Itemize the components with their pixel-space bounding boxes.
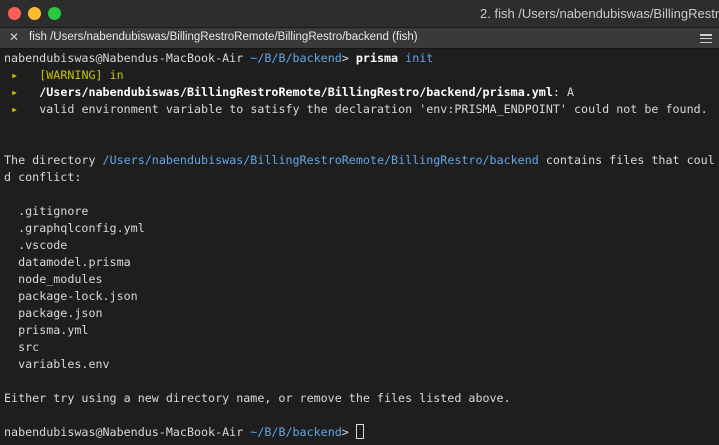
bullet-icon: ▸ bbox=[11, 85, 19, 99]
file-name: node_modules bbox=[18, 272, 103, 286]
conflict-line: The directory /Users/nabendubiswas/Billi… bbox=[4, 152, 719, 169]
hamburger-menu-icon[interactable] bbox=[700, 34, 712, 43]
prompt-symbol: > bbox=[341, 425, 349, 439]
warning-file-suffix: : A bbox=[552, 85, 575, 99]
file-list-item: node_modules bbox=[4, 271, 719, 288]
file-name: prisma.yml bbox=[18, 323, 89, 337]
conflict-rest: contains files that coul bbox=[545, 153, 715, 167]
command-argument: init bbox=[405, 51, 434, 65]
file-list-item: datamodel.prisma bbox=[4, 254, 719, 271]
file-name: datamodel.prisma bbox=[18, 255, 131, 269]
file-list-item: variables.env bbox=[4, 356, 719, 373]
tab-bar: ✕ fish /Users/nabendubiswas/BillingRestr… bbox=[0, 28, 719, 49]
terminal-window: 2. fish /Users/nabendubiswas/BillingRest… bbox=[0, 0, 719, 445]
title-bar: 2. fish /Users/nabendubiswas/BillingRest… bbox=[0, 0, 719, 28]
file-list-item: .graphqlconfig.yml bbox=[4, 220, 719, 237]
conflict-path: /Users/nabendubiswas/BillingRestroRemote… bbox=[102, 153, 539, 167]
file-name: .graphqlconfig.yml bbox=[18, 221, 145, 235]
prompt-user-host: nabendubiswas@Nabendus-MacBook-Air bbox=[4, 425, 244, 439]
warning-file-path: /Users/nabendubiswas/BillingRestroRemote… bbox=[39, 85, 553, 99]
bullet-icon: ▸ bbox=[11, 102, 19, 116]
tab-close-icon[interactable]: ✕ bbox=[9, 30, 19, 44]
prompt-symbol: > bbox=[341, 51, 349, 65]
prompt-line: nabendubiswas@Nabendus-MacBook-Air ~/B/B… bbox=[4, 424, 719, 441]
warning-message: valid environment variable to satisfy th… bbox=[39, 102, 708, 116]
file-list-item: prisma.yml bbox=[4, 322, 719, 339]
file-name: package.json bbox=[18, 306, 103, 320]
zoom-window-button[interactable] bbox=[48, 7, 61, 20]
prompt-path: ~/B/B/backend bbox=[250, 425, 342, 439]
file-list-item: .vscode bbox=[4, 237, 719, 254]
file-name: variables.env bbox=[18, 357, 110, 371]
bullet-icon: ▸ bbox=[11, 68, 19, 82]
file-list-item: .gitignore bbox=[4, 203, 719, 220]
warning-line: ▸ [WARNING] in bbox=[4, 67, 719, 84]
window-title: 2. fish /Users/nabendubiswas/BillingRest… bbox=[480, 6, 719, 21]
prompt-line: nabendubiswas@Nabendus-MacBook-Air ~/B/B… bbox=[4, 50, 719, 67]
file-list-item: src bbox=[4, 339, 719, 356]
file-list-item: package.json bbox=[4, 305, 719, 322]
file-list-item: package-lock.json bbox=[4, 288, 719, 305]
warning-message-line: ▸ valid environment variable to satisfy … bbox=[4, 101, 719, 118]
minimize-window-button[interactable] bbox=[28, 7, 41, 20]
prompt-path: ~/B/B/backend bbox=[250, 51, 342, 65]
file-name: package-lock.json bbox=[18, 289, 138, 303]
command-text: prisma bbox=[355, 51, 399, 65]
advice-line: Either try using a new directory name, o… bbox=[4, 391, 511, 405]
warning-file-line: ▸ /Users/nabendubiswas/BillingRestroRemo… bbox=[4, 84, 719, 101]
prompt-user-host: nabendubiswas@Nabendus-MacBook-Air bbox=[4, 51, 244, 65]
file-name: .gitignore bbox=[18, 204, 89, 218]
text-cursor[interactable] bbox=[355, 424, 364, 439]
close-window-button[interactable] bbox=[8, 7, 21, 20]
tab-title[interactable]: fish /Users/nabendubiswas/BillingRestroR… bbox=[29, 31, 418, 43]
file-name: src bbox=[18, 340, 40, 354]
conflict-wrap-line: d conflict: bbox=[4, 170, 82, 184]
conflict-intro: The directory bbox=[4, 153, 96, 167]
warning-tag: [WARNING] in bbox=[39, 68, 124, 82]
terminal-output[interactable]: nabendubiswas@Nabendus-MacBook-Air ~/B/B… bbox=[0, 50, 719, 445]
file-name: .vscode bbox=[18, 238, 68, 252]
window-controls bbox=[8, 7, 61, 20]
